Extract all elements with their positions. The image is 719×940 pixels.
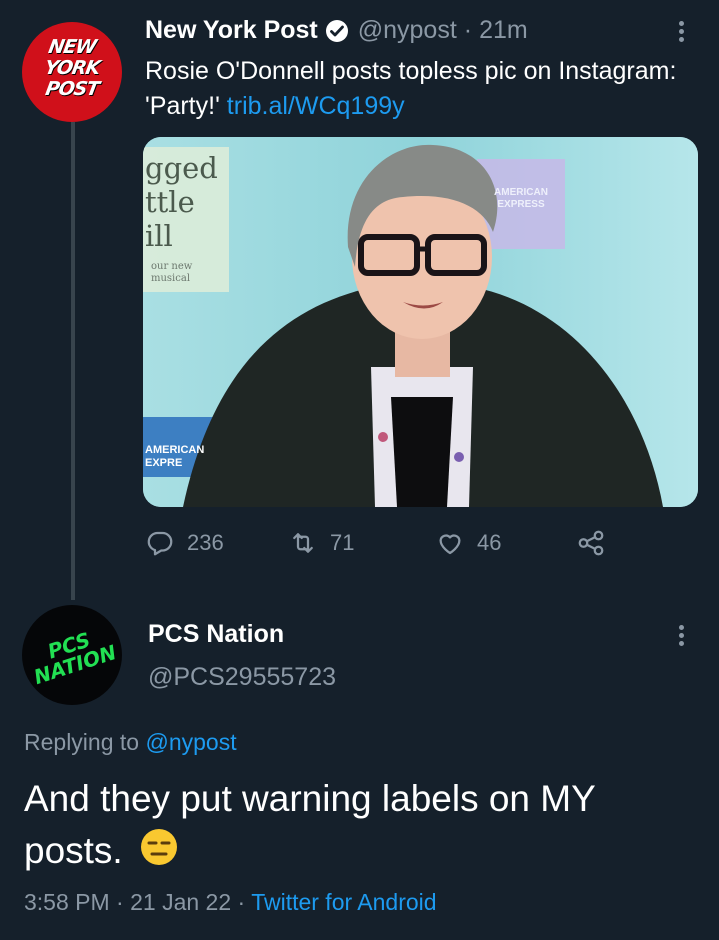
reply-action[interactable]: 236: [145, 528, 224, 558]
reply-count: 236: [187, 530, 224, 555]
reply-icon: [147, 531, 173, 556]
replying-to-line: Replying to @nypost: [24, 729, 237, 756]
header-separator: ·: [463, 16, 473, 44]
heart-icon: [439, 534, 461, 555]
pcs-nation-avatar[interactable]: PCS NATION: [22, 605, 122, 705]
sponsor-logo-bottom: AMERICAN EXPRE: [145, 444, 205, 469]
author-handle[interactable]: @nypost: [358, 16, 457, 45]
retweet-icon: [293, 533, 313, 553]
reply-more-options-icon[interactable]: [679, 622, 684, 649]
replying-to-label: Replying to: [24, 729, 140, 755]
tweet-text: Rosie O'Donnell posts topless pic on Ins…: [145, 54, 685, 124]
tweet-meta: 3:58 PM · 21 Jan 22 · Twitter for Androi…: [24, 889, 437, 915]
pcs-nation-logo: PCS NATION: [30, 627, 120, 690]
reply-text-line-1: And they put warning labels on MY: [24, 778, 596, 819]
expressionless-face-emoji-icon: [139, 827, 179, 881]
share-icon: [578, 530, 604, 556]
replying-to-handle[interactable]: @nypost: [145, 729, 236, 755]
like-count: 46: [477, 530, 502, 555]
tweet-source[interactable]: Twitter for Android: [251, 889, 436, 915]
retweet-action[interactable]: 71: [288, 528, 354, 558]
tweet-timestamp[interactable]: 21m: [479, 16, 528, 45]
nypost-avatar[interactable]: NEW YORK POST: [22, 22, 122, 122]
nypost-logo: NEW YORK POST: [42, 36, 102, 100]
reply-author-name[interactable]: PCS Nation: [148, 620, 284, 649]
tweet-date[interactable]: 21 Jan 22: [130, 889, 231, 915]
reply-author-handle[interactable]: @PCS29555723: [148, 663, 336, 692]
verified-badge-icon: [325, 19, 349, 43]
reply-text-line-2: posts.: [24, 830, 123, 871]
retweet-count: 71: [330, 530, 355, 555]
like-action[interactable]: 46: [435, 528, 501, 558]
backdrop-poster-text: gged ttle ill: [145, 151, 218, 253]
sponsor-logo-top: AMERICAN EXPRESS: [494, 187, 548, 210]
tweet-link[interactable]: trib.al/WCq199y: [227, 92, 405, 120]
author-name[interactable]: New York Post: [145, 16, 318, 45]
more-options-icon[interactable]: [679, 18, 684, 45]
tweet-body: Rosie O'Donnell posts topless pic on Ins…: [145, 57, 677, 120]
thread-connector-line: [71, 122, 75, 600]
share-action[interactable]: [576, 528, 606, 558]
backdrop-poster-subtext: our new musical: [151, 261, 193, 284]
tweet-header: New York Post @nypost · 21m: [145, 16, 528, 45]
tweet-media-image[interactable]: gged ttle ill our new musical AMERICAN E…: [143, 137, 698, 507]
photo-illustration: [143, 137, 698, 507]
tweet-time[interactable]: 3:58 PM: [24, 889, 110, 915]
reply-tweet-text: And they put warning labels on MY posts.: [24, 773, 704, 881]
